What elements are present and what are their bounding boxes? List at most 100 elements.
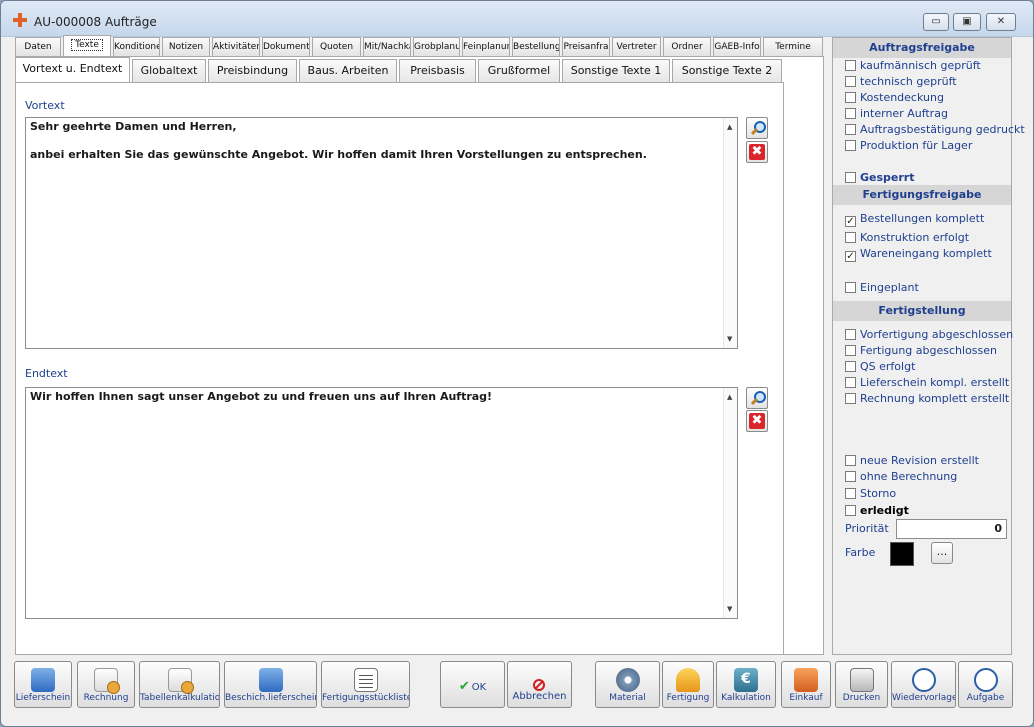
farbe-label: Farbe [845,546,876,559]
checkbox-box[interactable] [845,455,856,466]
checkbox-box[interactable] [845,124,856,135]
prioritaet-input[interactable]: 0 [896,519,1007,539]
vortext-scrollbar[interactable]: ▲ ▼ [723,118,737,348]
checkbox-box[interactable] [845,505,856,516]
einkauf-button[interactable]: Einkauf [781,661,831,708]
checkbox-box[interactable] [845,232,856,243]
endtext-delete-icon[interactable]: ✖ [746,410,768,432]
checkbox-storno[interactable]: Storno [845,487,896,501]
scroll-down-arrow-icon[interactable]: ▼ [727,602,732,616]
fertigung-button[interactable]: Fertigung [662,661,714,708]
checkbox-eingeplant[interactable]: Eingeplant [845,281,919,295]
rechnung-button[interactable]: Rechnung [77,661,135,708]
endtext-textarea[interactable]: Wir hoffen Ihnen sagt unser Angebot zu u… [25,387,738,619]
endtext-scrollbar[interactable]: ▲ ▼ [723,388,737,618]
subtab-sonstige-texte-1[interactable]: Sonstige Texte 1 [562,59,670,82]
checkbox-gesperrt[interactable]: Gesperrt [845,171,914,185]
checkbox-auftragsbestaetigung-gedruckt[interactable]: Auftragsbestätigung gedruckt [845,123,1025,137]
checkbox-box[interactable] [845,172,856,183]
drucken-button[interactable]: Drucken [835,661,888,708]
checkbox-ohne-berechnung[interactable]: ohne Berechnung [845,470,957,484]
tab-konditionen[interactable]: Konditione [113,37,160,56]
farbe-picker-button[interactable]: ... [931,542,953,564]
tab-grobplanung[interactable]: Grobplanur [413,37,460,56]
vortext-delete-icon[interactable]: ✖ [746,141,768,163]
farbe-swatch[interactable] [890,542,914,566]
vortext-textarea[interactable]: Sehr geehrte Damen und Herren, anbei erh… [25,117,738,349]
checkbox-konstruktion-erfolgt[interactable]: Konstruktion erfolgt [845,231,969,245]
checkbox-vorfertigung-abgeschlossen[interactable]: Vorfertigung abgeschlossen [845,328,1013,342]
checkbox-rechnung-komplett-erstellt[interactable]: Rechnung komplett erstellt [845,392,1009,406]
checkbox-produktion-fuer-lager[interactable]: Produktion für Lager [845,139,972,153]
checkbox-box[interactable] [845,377,856,388]
close-button[interactable]: ✕ [986,13,1016,31]
checkbox-label: technisch geprüft [860,75,957,88]
scroll-up-arrow-icon[interactable]: ▲ [727,120,732,134]
checkbox-erledigt[interactable]: erledigt [845,504,909,518]
checkbox-box[interactable] [845,108,856,119]
tabellenkalkulation-button[interactable]: Tabellenkalkulation [139,661,220,708]
tab-mit-nachkalk[interactable]: Mit/Nachkä [363,37,411,56]
subtab-baus-arbeiten[interactable]: Baus. Arbeiten [299,59,397,82]
scroll-down-arrow-icon[interactable]: ▼ [727,332,732,346]
ok-button[interactable]: ✔ OK [440,661,505,708]
tab-notizen[interactable]: Notizen [162,37,210,56]
wiedervorlage-button[interactable]: Wiedervorlage [891,661,956,708]
maximize-button[interactable]: ▣ [953,13,981,31]
checkbox-box[interactable] [845,140,856,151]
checkbox-neue-revision-erstellt[interactable]: neue Revision erstellt [845,454,979,468]
checkbox-kaufmaennisch-geprueft[interactable]: kaufmännisch geprüft [845,59,981,73]
tab-preisanfrage[interactable]: Preisanfra [562,37,610,56]
checkbox-box[interactable] [845,393,856,404]
subtab-preisbindung[interactable]: Preisbindung [208,59,297,82]
kalkulation-button[interactable]: Kalkulation [716,661,776,708]
checkbox-box[interactable] [845,345,856,356]
checkbox-box[interactable] [845,471,856,482]
checkbox-box[interactable]: ✓ [845,251,856,262]
checkbox-bestellungen-komplett[interactable]: ✓ Bestellungen komplett [845,212,984,227]
subtab-globaltext[interactable]: Globaltext [132,59,206,82]
lieferschein-button[interactable]: Lieferschein [14,661,72,708]
tab-termine[interactable]: Termine [763,37,823,56]
checkbox-box[interactable] [845,60,856,71]
checkbox-box[interactable] [845,92,856,103]
subtab-vortext-endtext[interactable]: Vortext u. Endtext [15,57,130,82]
material-button[interactable]: Material [595,661,660,708]
abbrechen-button[interactable]: Abbrechen [507,661,572,708]
aufgabe-button[interactable]: Aufgabe [958,661,1013,708]
tab-feinplanung[interactable]: Feinplanun [462,37,510,56]
subtab-sonstige-texte-2[interactable]: Sonstige Texte 2 [672,59,782,82]
checkbox-interner-auftrag[interactable]: interner Auftrag [845,107,948,121]
checkbox-wareneingang-komplett[interactable]: ✓ Wareneingang komplett [845,247,992,262]
checkbox-fertigung-abgeschlossen[interactable]: Fertigung abgeschlossen [845,344,997,358]
checkbox-kostendeckung[interactable]: Kostendeckung [845,91,944,105]
checkbox-label: interner Auftrag [860,107,948,120]
tab-aktivitaeten[interactable]: Aktivitäten [212,37,260,56]
tab-daten[interactable]: Daten [15,37,61,56]
fertigungsstueckliste-button[interactable]: Fertigungsstückliste [321,661,410,708]
tab-ordner[interactable]: Ordner [663,37,711,56]
tab-quoten[interactable]: Quoten [312,37,361,56]
tab-texte[interactable]: Texte [63,35,111,57]
endtext-search-magnifier-icon[interactable] [746,387,768,409]
scroll-up-arrow-icon[interactable]: ▲ [727,390,732,404]
checkbox-box[interactable] [845,361,856,372]
beschich-lieferschein-button[interactable]: Beschich.lieferschein [224,661,317,708]
checkbox-box[interactable] [845,329,856,340]
minimize-button[interactable]: ▭ [923,13,949,31]
cancel-prohibit-icon [532,679,545,691]
subtab-grussformel[interactable]: Grußformel [478,59,560,82]
checkbox-box[interactable] [845,76,856,87]
checkbox-box[interactable]: ✓ [845,216,856,227]
checkbox-technisch-geprueft[interactable]: technisch geprüft [845,75,957,89]
vortext-search-magnifier-icon[interactable] [746,117,768,139]
subtab-preisbasis[interactable]: Preisbasis [399,59,476,82]
tab-dokumente[interactable]: Dokument [262,37,310,56]
checkbox-lieferschein-kompl-erstellt[interactable]: Lieferschein kompl. erstellt [845,376,1009,390]
checkbox-box[interactable] [845,282,856,293]
tab-gaeb-info[interactable]: GAEB-Info [713,37,761,56]
tab-bestellungen[interactable]: Bestellung [512,37,560,56]
checkbox-qs-erfolgt[interactable]: QS erfolgt [845,360,915,374]
tab-vertreter[interactable]: Vertreter [612,37,661,56]
checkbox-box[interactable] [845,488,856,499]
